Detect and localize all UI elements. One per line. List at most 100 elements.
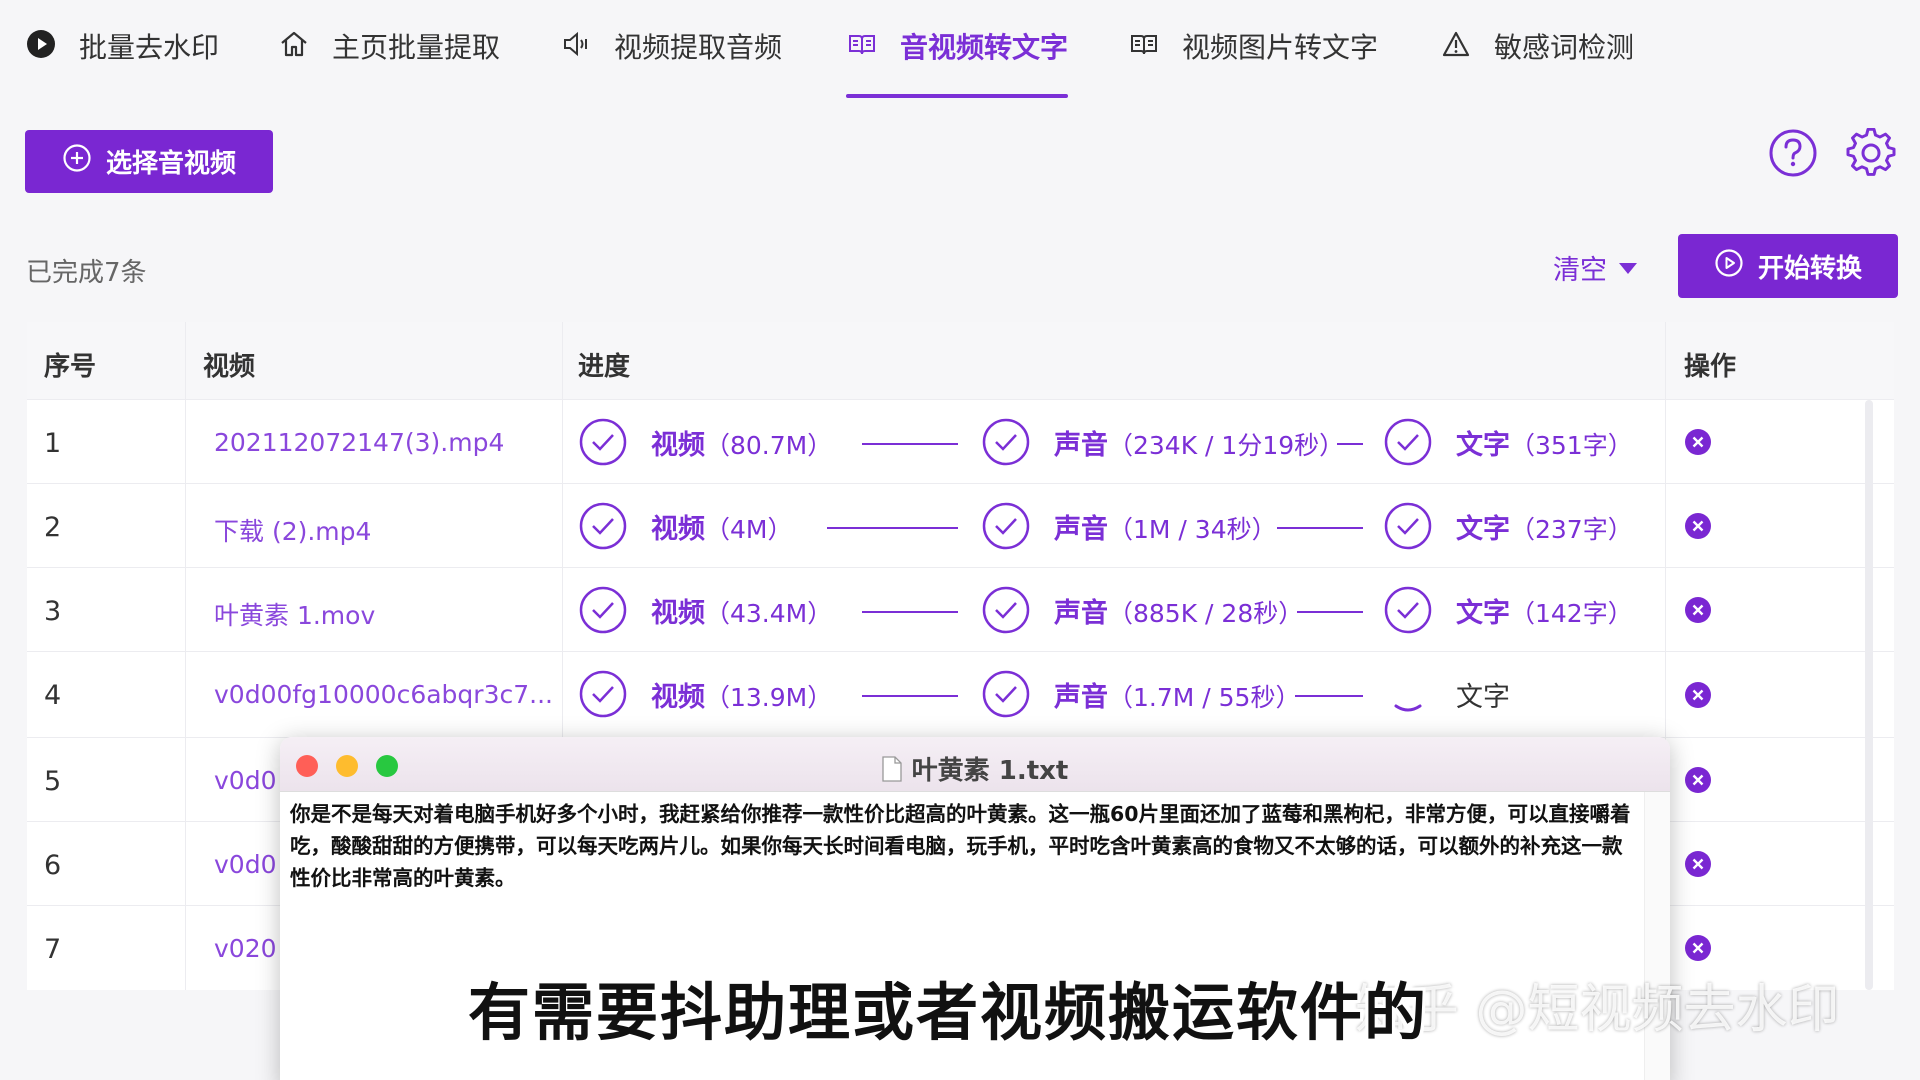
window-title: 叶黄素 1.txt — [280, 750, 1670, 787]
stage-video: 视频（4M） — [579, 502, 792, 550]
progress-connector — [862, 443, 958, 445]
speaker-icon — [560, 28, 592, 60]
plus-circle-icon — [62, 143, 92, 180]
completed-count: 已完成7条 — [26, 258, 147, 288]
stage-video: 视频（13.9M） — [579, 670, 832, 718]
help-icon[interactable] — [1768, 128, 1818, 178]
book-icon — [846, 28, 878, 60]
stage-text: 文字 — [1384, 670, 1510, 718]
row-index: 5 — [44, 766, 62, 797]
top-nav: 批量去水印 主页批量提取 视频提取音频 音视频转文字 视频图片转文字 敏感词检测 — [0, 0, 1920, 100]
stage-label: 文字 — [1456, 513, 1510, 545]
tab-label: 主页批量提取 — [332, 31, 501, 64]
loading-spinner-icon — [1394, 704, 1422, 712]
stage-label: 声音 — [1054, 429, 1108, 461]
window-titlebar[interactable]: 叶黄素 1.txt — [280, 737, 1670, 792]
check-circle-icon — [1384, 586, 1432, 634]
progress-connector — [827, 527, 958, 529]
tab-av-to-text[interactable]: 音视频转文字 — [846, 26, 1069, 98]
select-media-button[interactable]: 选择音视频 — [25, 130, 273, 193]
table-header: 序号 视频 进度 操作 — [27, 322, 1894, 400]
tab-batch-watermark[interactable]: 批量去水印 — [25, 26, 219, 98]
row-index: 4 — [44, 680, 62, 711]
progress-connector — [862, 611, 958, 613]
check-circle-icon — [1384, 418, 1432, 466]
remove-row-icon[interactable] — [1684, 596, 1712, 624]
tab-homepage-extract[interactable]: 主页批量提取 — [278, 26, 500, 98]
stage-info: （43.4M） — [705, 598, 833, 628]
stage-video: 视频（43.4M） — [579, 586, 832, 634]
tab-sensitive-word-check[interactable]: 敏感词检测 — [1440, 26, 1634, 98]
clear-label: 清空 — [1553, 255, 1607, 286]
stage-text: 文字（237字） — [1384, 502, 1633, 550]
stage-video: 视频（80.7M） — [579, 418, 832, 466]
stage-label: 文字 — [1456, 597, 1510, 629]
stage-audio: 声音（234K / 1分19秒） — [982, 418, 1344, 466]
remove-row-icon[interactable] — [1684, 850, 1712, 878]
row-index: 1 — [44, 428, 62, 459]
stage-info: （351字） — [1510, 430, 1633, 460]
check-circle-icon — [982, 670, 1030, 718]
header-index: 序号 — [44, 352, 97, 382]
video-filename-link[interactable]: v0d00fg10000c6abqr3c7... — [214, 680, 559, 709]
row-index: 3 — [44, 596, 62, 627]
tab-extract-audio[interactable]: 视频提取音频 — [560, 26, 782, 98]
remove-row-icon[interactable] — [1684, 766, 1712, 794]
check-circle-icon — [579, 418, 627, 466]
progress-connector — [1297, 611, 1363, 613]
row-index: 6 — [44, 850, 62, 881]
header-video: 视频 — [203, 352, 256, 382]
warning-icon — [1440, 28, 1472, 60]
start-convert-label: 开始转换 — [1757, 253, 1862, 284]
check-circle-icon — [982, 586, 1030, 634]
table-row: 2 下载 (2).mp4 视频（4M） 声音（1M / 34秒） 文字（237字… — [27, 484, 1894, 568]
start-convert-button[interactable]: 开始转换 — [1678, 234, 1898, 298]
play-circle-icon — [1714, 248, 1744, 285]
tab-label: 音视频转文字 — [900, 31, 1069, 64]
stage-audio: 声音（885K / 28秒） — [982, 586, 1303, 634]
video-filename-link[interactable]: 下载 (2).mp4 — [214, 512, 544, 548]
remove-row-icon[interactable] — [1684, 428, 1712, 456]
stage-label: 视频 — [651, 513, 705, 545]
stage-label: 文字 — [1456, 681, 1510, 713]
stage-info: （13.9M） — [705, 682, 833, 712]
video-filename-link[interactable]: 202112072147(3).mp4 — [214, 428, 544, 457]
stage-info: （4M） — [705, 514, 793, 544]
play-circle-icon — [25, 28, 57, 60]
stage-info: （1M / 34秒） — [1108, 514, 1277, 544]
table-row: 4 v0d00fg10000c6abqr3c7... 视频（13.9M） 声音（… — [27, 652, 1894, 738]
row-index: 7 — [44, 934, 62, 965]
check-circle-icon — [982, 418, 1030, 466]
text-content[interactable]: 你是不是每天对着电脑手机好多个小时，我赶紧给你推荐一款性价比超高的叶黄素。这一瓶… — [280, 792, 1670, 894]
check-circle-icon — [579, 670, 627, 718]
header-progress: 进度 — [578, 352, 631, 382]
window-title-text: 叶黄素 1.txt — [911, 756, 1069, 786]
progress-connector — [1295, 695, 1363, 697]
stage-text: 文字（142字） — [1384, 586, 1633, 634]
remove-row-icon[interactable] — [1684, 681, 1712, 709]
gear-icon[interactable] — [1846, 127, 1896, 178]
document-icon — [882, 755, 902, 782]
progress-connector — [862, 695, 958, 697]
stage-text: 文字（351字） — [1384, 418, 1633, 466]
book-icon — [1128, 28, 1160, 60]
header-actions: 操作 — [1684, 352, 1737, 382]
stage-audio: 声音（1M / 34秒） — [982, 502, 1277, 550]
table-row: 1 202112072147(3).mp4 视频（80.7M） 声音（234K … — [27, 400, 1894, 484]
tab-video-image-to-text[interactable]: 视频图片转文字 — [1128, 26, 1378, 98]
remove-row-icon[interactable] — [1684, 934, 1712, 962]
progress-connector — [1337, 443, 1363, 445]
remove-row-icon[interactable] — [1684, 512, 1712, 540]
stage-info: （142字） — [1510, 598, 1633, 628]
stage-label: 声音 — [1054, 681, 1108, 713]
check-circle-icon — [579, 502, 627, 550]
stage-label: 视频 — [651, 597, 705, 629]
stage-info: （885K / 28秒） — [1108, 598, 1304, 628]
check-circle-icon — [1384, 502, 1432, 550]
clear-dropdown[interactable]: 清空 — [1553, 248, 1637, 287]
tab-label: 批量去水印 — [79, 31, 220, 64]
row-index: 2 — [44, 512, 62, 543]
progress-connector — [1277, 527, 1363, 529]
stage-audio: 声音（1.7M / 55秒） — [982, 670, 1300, 718]
video-filename-link[interactable]: 叶黄素 1.mov — [214, 596, 544, 632]
